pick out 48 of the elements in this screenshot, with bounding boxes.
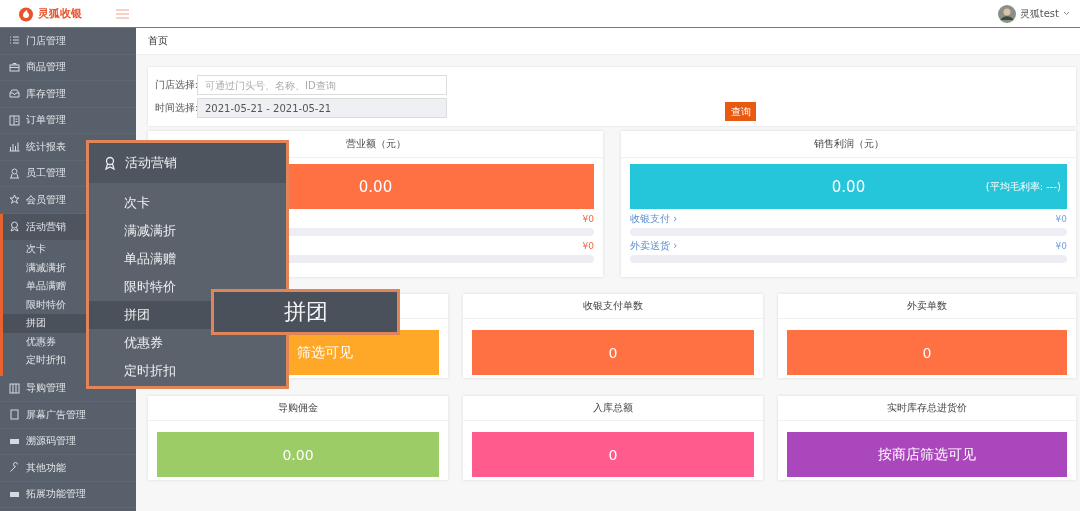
avatar-icon [997,4,1016,23]
amount: ¥0 [582,214,594,224]
logo-icon [18,5,34,22]
tile-value: 0 [608,446,618,463]
card-title: 外卖单数 [907,299,947,313]
payment-link[interactable]: 外卖送货 › [630,239,678,253]
card-title: 销售利润（元） [813,137,884,151]
inbox-icon [9,88,20,100]
card-title: 收银支付单数 [583,299,643,313]
payment-link[interactable]: 收银支付 › [630,212,678,226]
card-title: 营业额（元） [345,137,406,151]
list-icon [9,35,20,47]
menu-item[interactable]: 拼团 [89,301,211,329]
tablet-icon [9,409,20,421]
receipt-icon [9,114,20,126]
breadcrumb[interactable]: 首页 [148,34,168,48]
tile-value: 按商店筛选可见 [878,445,976,464]
amount: ¥0 [582,241,594,251]
tile-value: 0 [922,344,932,361]
amount: ¥0 [1055,214,1067,224]
card-title: 导购佣金 [278,401,318,415]
menu-icon [116,8,129,19]
bar-chart-icon [9,141,20,153]
query-button[interactable]: 查询 [725,102,756,121]
margin-note: (平均毛利率: ---) [985,179,1061,194]
card-title: 入库总额 [593,401,633,415]
wrench-icon [9,462,20,474]
tile-value: 筛选可见 [297,343,353,362]
tile-value: 0.00 [358,177,393,196]
menu-button[interactable] [116,8,129,19]
tile-value: 0.00 [282,446,314,463]
tile-value: 0 [608,344,618,361]
award-icon [103,156,117,170]
menu-header[interactable]: 活动营销 [89,143,286,183]
card-title: 实时库存总进货价 [887,401,967,415]
person-icon [9,167,20,179]
user-name[interactable]: 灵狐test [1019,6,1059,21]
award-icon [9,221,20,233]
amount: ¥0 [1055,241,1067,251]
menu-item[interactable]: 单品满赠 [89,245,286,273]
star-icon [9,194,20,206]
zoomed-label: 拼团 [211,289,400,335]
store-search-field[interactable]: 可通过门头号、名称、ID查询 [197,75,447,95]
briefcase-icon [9,61,20,73]
tile-value: 0.00 [831,177,866,196]
columns-icon [9,382,20,394]
logo-text: 灵狐收银 [38,6,82,21]
caret-icon [1063,11,1070,16]
